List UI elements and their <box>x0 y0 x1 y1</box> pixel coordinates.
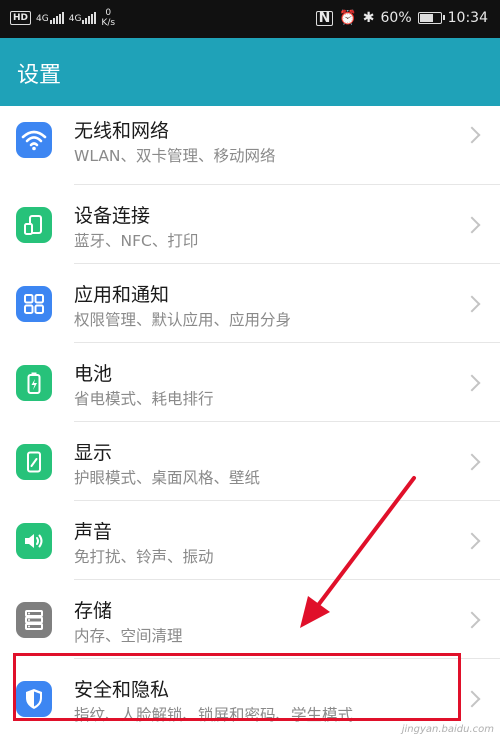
watermark: jingyan.baidu.com <box>401 724 494 735</box>
annotation-arrow-icon <box>300 476 416 628</box>
